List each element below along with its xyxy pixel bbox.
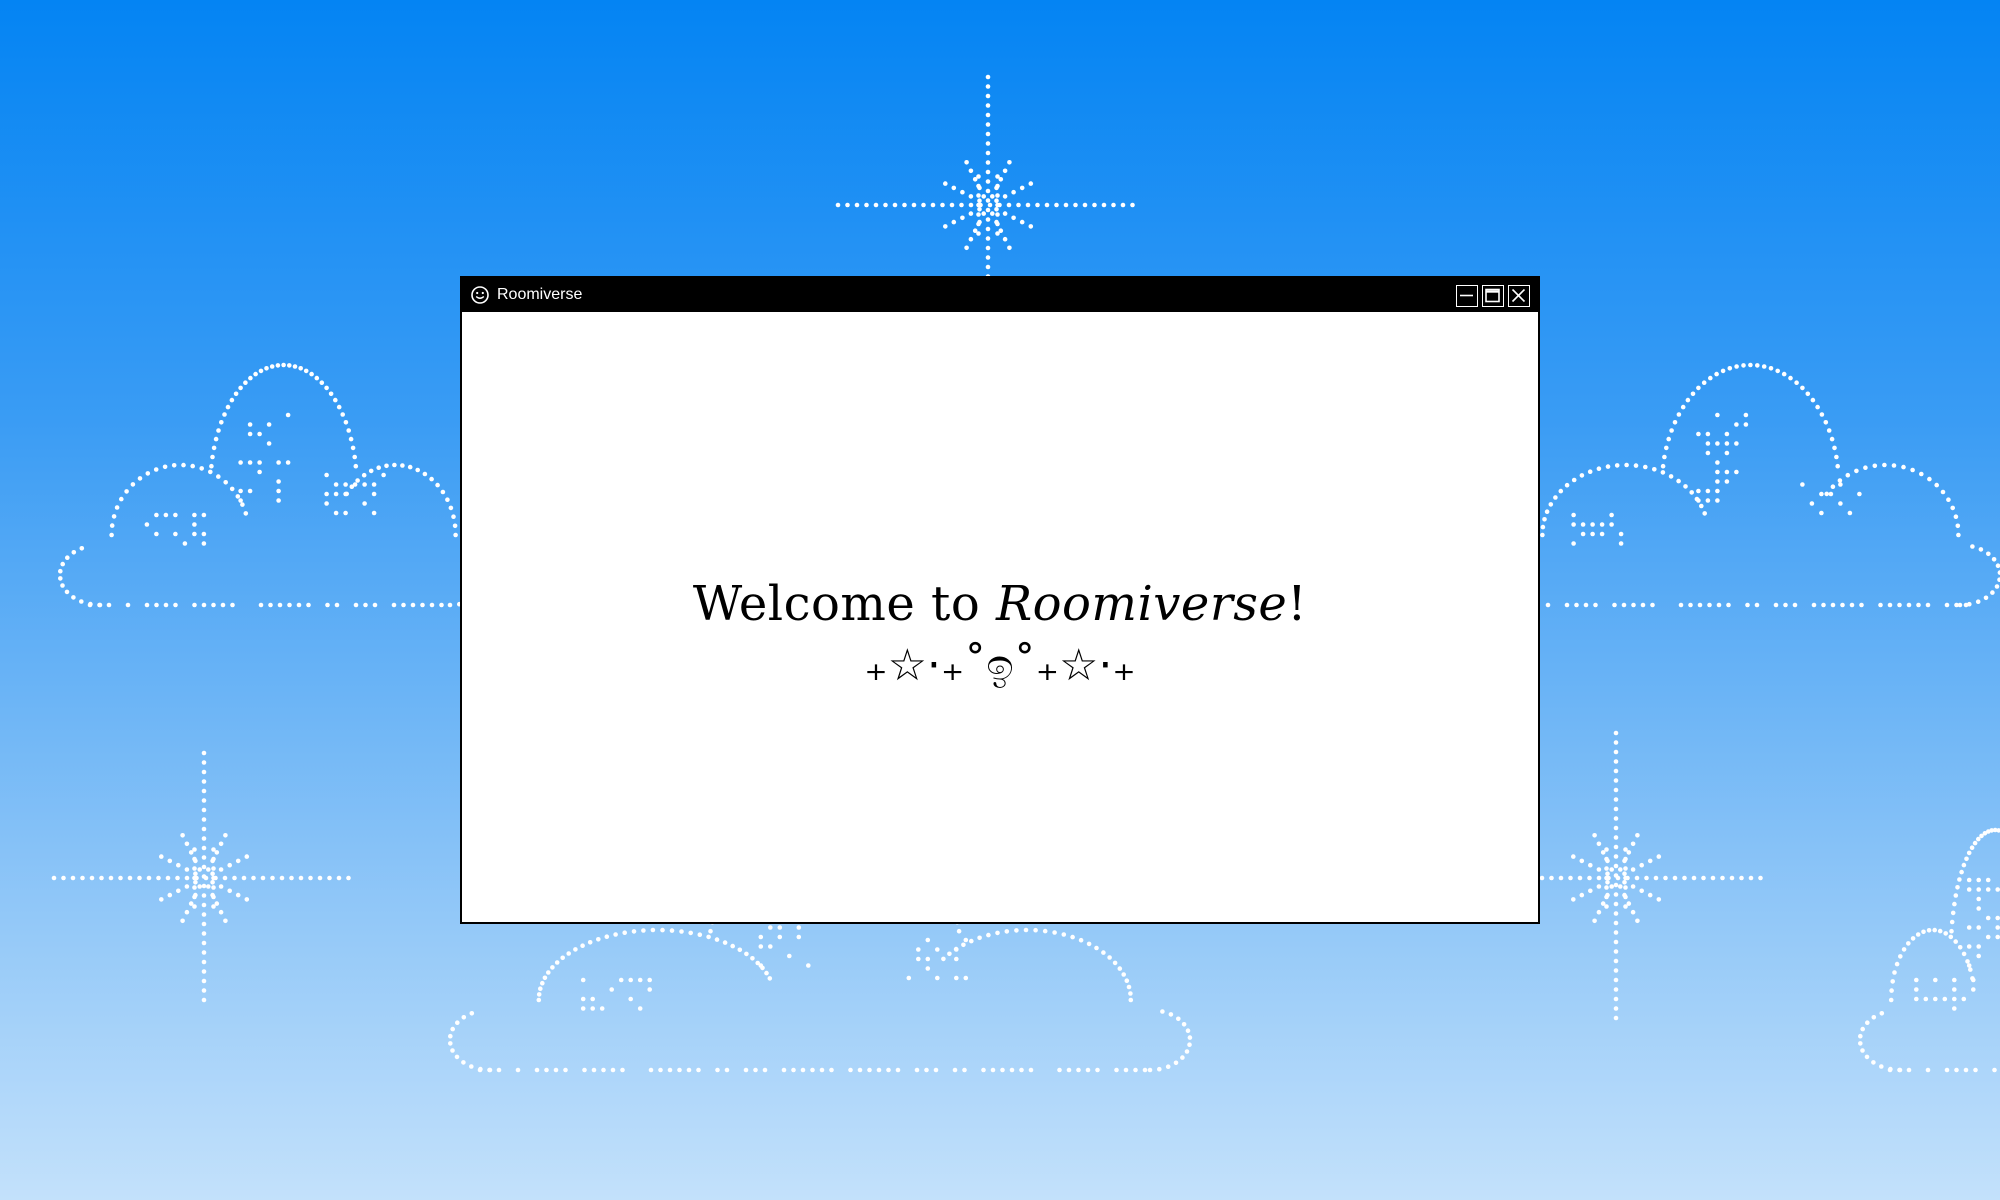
window-titlebar[interactable]: Roomiverse	[462, 278, 1538, 312]
welcome-suffix: !	[1287, 576, 1308, 632]
minimize-button[interactable]	[1456, 285, 1478, 307]
close-icon	[1511, 288, 1526, 303]
maximize-icon	[1485, 288, 1500, 303]
roomiverse-window[interactable]: Roomiverse Welcome to Roomiverse! ₊☆⋅₊˚ඉ…	[460, 276, 1540, 924]
welcome-app-name: Roomiverse	[995, 576, 1288, 632]
minimize-icon	[1460, 294, 1473, 297]
welcome-prefix: Welcome to	[692, 576, 996, 632]
maximize-button[interactable]	[1482, 285, 1504, 307]
welcome-heading: Welcome to Roomiverse!	[462, 576, 1538, 632]
window-title: Roomiverse	[497, 286, 583, 303]
kaomoji-decoration: ₊☆⋅₊˚ඉ˚₊☆⋅₊	[864, 640, 1136, 691]
close-button[interactable]	[1508, 285, 1530, 307]
window-content: Welcome to Roomiverse! ₊☆⋅₊˚ඉ˚₊☆⋅₊	[462, 312, 1538, 922]
smiley-face-icon	[471, 286, 489, 304]
